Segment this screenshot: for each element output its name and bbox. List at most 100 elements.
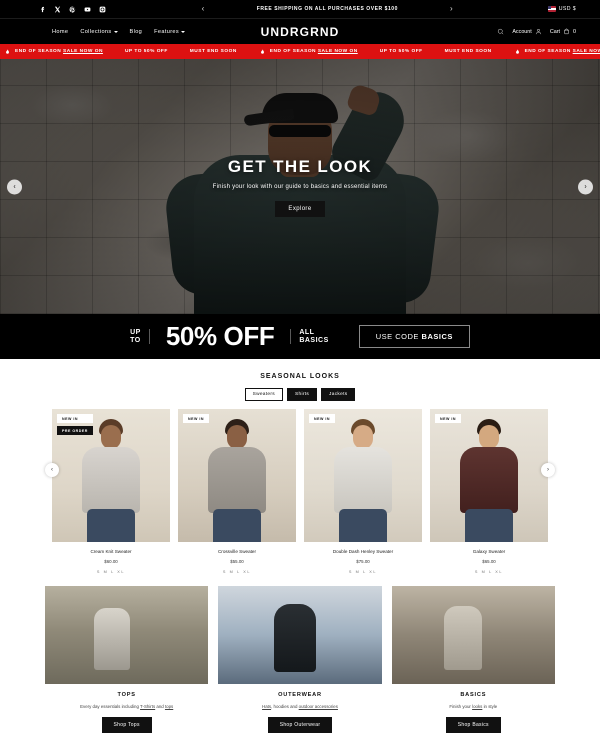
- user-icon: [535, 28, 541, 35]
- product-sizes[interactable]: S M L XL: [304, 570, 422, 574]
- badge-new-in: NEW IN: [435, 414, 461, 423]
- tab-shirts[interactable]: Shirts: [286, 388, 318, 401]
- currency-selector[interactable]: USD $: [547, 6, 576, 12]
- shop-tops-button[interactable]: Shop Tops: [101, 717, 152, 733]
- marquee-item: UP TO 50% OFF: [125, 49, 168, 54]
- fire-icon: [514, 48, 521, 56]
- chevron-down-icon: [113, 30, 118, 33]
- marquee-text: UP TO 50% OFF: [124, 49, 168, 54]
- announcement-text: FREE SHIPPING ON ALL PURCHASES OVER $100: [256, 6, 398, 12]
- product-price: $60.00: [104, 559, 118, 564]
- product-image[interactable]: NEW IN: [304, 409, 422, 542]
- product-image[interactable]: NEW IN: [178, 409, 296, 542]
- marquee-item: MUST END SOON: [445, 49, 492, 54]
- chevron-down-icon: [181, 30, 186, 33]
- nav-item-features[interactable]: Features: [154, 28, 186, 35]
- header-actions: Account Cart 0: [497, 28, 576, 35]
- marquee-link[interactable]: SALE NOW ON: [318, 49, 358, 54]
- hero-prev-button[interactable]: ‹: [7, 179, 22, 194]
- category-link[interactable]: outdoor accessories: [299, 704, 338, 709]
- nav-label: Collections: [80, 28, 112, 35]
- desc-before: Every day essentials including: [80, 704, 141, 709]
- badge-new-in: NEW IN: [309, 414, 335, 423]
- category-link[interactable]: T-Shirts: [140, 704, 155, 709]
- product-card[interactable]: NEW IN Double Dash Henley Sweater $75.00…: [304, 409, 422, 574]
- section-title: SEASONAL LOOKS: [260, 373, 340, 380]
- category-title: TOPS: [117, 692, 136, 698]
- search-icon: [498, 28, 504, 35]
- account-label: Account: [512, 28, 532, 35]
- category-link[interactable]: looks: [472, 704, 482, 709]
- product-badges: NEW IN: [435, 414, 461, 423]
- promo-code-prefix: USE CODE: [375, 332, 422, 341]
- category-card-outerwear: OUTERWEAR Hats, hoodies and outdoor acce…: [218, 586, 382, 733]
- category-title: OUTERWEAR: [278, 692, 322, 698]
- nav-label: Features: [154, 28, 180, 35]
- category-image[interactable]: [218, 586, 382, 684]
- carousel-prev-button[interactable]: ‹: [45, 463, 59, 477]
- category-link[interactable]: tops: [165, 704, 173, 709]
- product-badges: NEW IN: [309, 414, 335, 423]
- x-twitter-icon[interactable]: [53, 5, 62, 14]
- product-image[interactable]: NEW IN PRE ORDER: [52, 409, 170, 542]
- announcement-bar: ‹ FREE SHIPPING ON ALL PURCHASES OVER $1…: [0, 0, 600, 18]
- product-name: Double Dash Henley Sweater: [332, 549, 394, 554]
- cart-count: 0: [573, 28, 576, 35]
- marquee-text: END OF SEASON SALE NOW ON: [269, 49, 358, 54]
- site-logo[interactable]: UNDRGRND: [261, 25, 340, 39]
- marquee-item: MUST END SOON: [190, 49, 237, 54]
- instagram-icon[interactable]: [98, 5, 107, 14]
- carousel-next-button[interactable]: ›: [541, 463, 555, 477]
- product-card[interactable]: NEW IN PRE ORDER Cream Knit Sweater $60.…: [52, 409, 170, 574]
- desc-mid: and: [155, 704, 165, 709]
- nav-label: Home: [52, 28, 69, 35]
- cart-label: Cart: [549, 28, 560, 35]
- shop-outerwear-button[interactable]: Shop Outerwear: [267, 717, 333, 733]
- marquee-item: END OF SEASON SALE NOW ON: [514, 48, 600, 56]
- announcement-next-button[interactable]: ›: [450, 5, 453, 13]
- tab-jackets[interactable]: Jackets: [321, 388, 356, 401]
- product-card[interactable]: NEW IN Crossville Sweater $55.00 S M L X…: [178, 409, 296, 574]
- category-image[interactable]: [391, 586, 555, 684]
- site-header: Home Collections Blog Features UNDRGRND …: [0, 18, 600, 44]
- hero-title: GET THE LOOK: [227, 156, 373, 176]
- cart-button[interactable]: Cart 0: [550, 28, 576, 35]
- marquee-text: MUST END SOON: [189, 49, 237, 54]
- fire-icon: [4, 48, 11, 56]
- nav-item-blog[interactable]: Blog: [130, 29, 143, 35]
- category-link[interactable]: Hats: [262, 704, 271, 709]
- product-carousel: ‹ › NEW IN PRE ORDER Cream Knit Sweater …: [0, 401, 600, 574]
- nav-item-home[interactable]: Home: [52, 29, 68, 35]
- hero-explore-button[interactable]: Explore: [275, 200, 325, 217]
- product-badges: NEW IN PRE ORDER: [57, 414, 93, 435]
- product-card[interactable]: NEW IN Galaxy Sweater $65.00 S M L XL: [430, 409, 548, 574]
- product-sizes[interactable]: S M L XL: [430, 570, 548, 574]
- account-button[interactable]: Account: [512, 28, 541, 35]
- product-sizes[interactable]: S M L XL: [52, 570, 170, 574]
- hero-banner: ‹ › GET THE LOOK Finish your look with o…: [0, 59, 600, 314]
- announcement-prev-button[interactable]: ‹: [202, 5, 205, 13]
- search-button[interactable]: [497, 28, 504, 35]
- facebook-icon[interactable]: [38, 5, 47, 14]
- marquee-text: END OF SEASON SALE NOW ON: [15, 49, 103, 54]
- marquee-link[interactable]: SALE NOW ON: [573, 49, 600, 54]
- badge-pre-order: PRE ORDER: [57, 426, 93, 435]
- marquee-text: MUST END SOON: [444, 49, 492, 54]
- youtube-icon[interactable]: [83, 5, 92, 14]
- product-image[interactable]: NEW IN: [430, 409, 548, 542]
- hero-next-button[interactable]: ›: [578, 179, 593, 194]
- tab-sweaters[interactable]: Sweaters: [244, 388, 283, 401]
- pinterest-icon[interactable]: [68, 5, 77, 14]
- desc-before: Finish your: [449, 704, 473, 709]
- category-image[interactable]: [45, 586, 209, 684]
- promo-code-button[interactable]: USE CODE BASICS: [358, 325, 470, 348]
- nav-item-collections[interactable]: Collections: [80, 28, 118, 35]
- shop-basics-button[interactable]: Shop Basics: [445, 717, 501, 733]
- marquee-link[interactable]: SALE NOW ON: [63, 49, 103, 54]
- product-sizes[interactable]: S M L XL: [178, 570, 296, 574]
- desc-mid: in style: [482, 704, 498, 709]
- product-name: Cream Knit Sweater: [90, 549, 132, 554]
- marquee-item: END OF SEASON SALE NOW ON: [259, 48, 358, 56]
- seasonal-tabs: Sweaters Shirts Jackets: [0, 388, 600, 401]
- category-title: BASICS: [460, 692, 487, 698]
